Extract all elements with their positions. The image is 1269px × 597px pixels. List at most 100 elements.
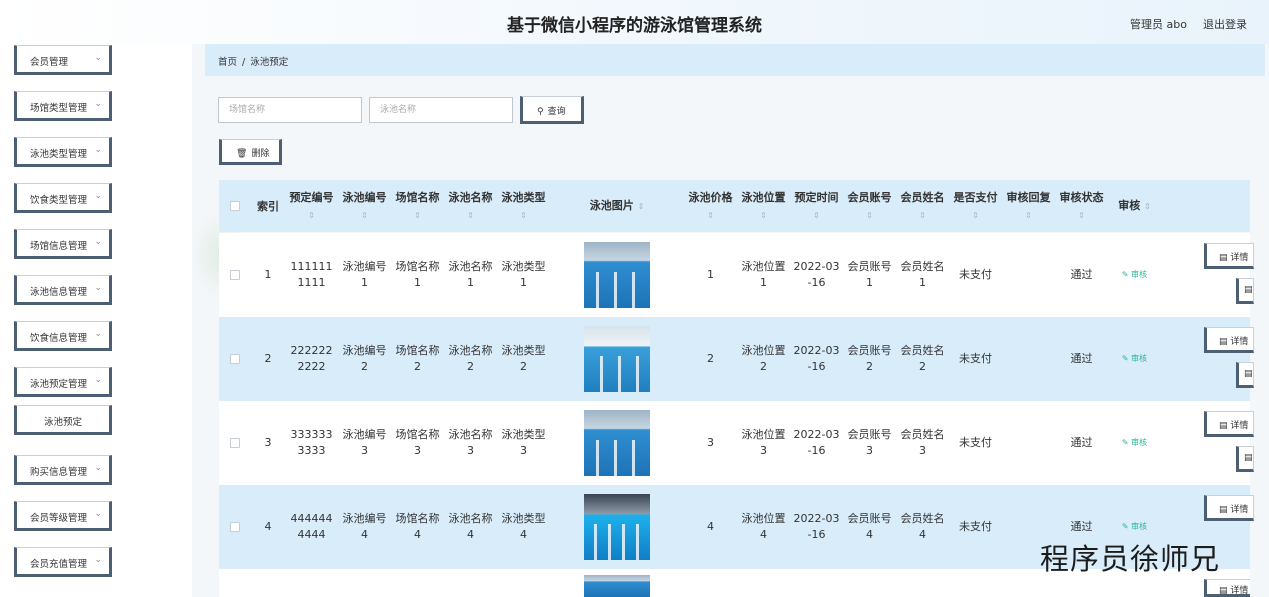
chevron-down-icon: ⌄ bbox=[94, 99, 102, 109]
edit-icon: ✎ bbox=[1121, 354, 1129, 363]
audit-link[interactable]: ✎ 审核 bbox=[1122, 351, 1147, 367]
cell-audit: ✎ 审核 bbox=[1108, 401, 1161, 485]
sidebar-item-pool-type[interactable]: 泳池类型管理 ⌄ bbox=[14, 137, 112, 167]
cell-pool-type: 泳池类型2 bbox=[501, 344, 546, 373]
col-audit-reply[interactable]: 审核回复 ⇕ bbox=[1002, 180, 1055, 232]
cell-time: 2022-03-16 bbox=[793, 344, 840, 373]
breadcrumb-current: 泳池预定 bbox=[250, 57, 289, 68]
sidebar-item-food-type[interactable]: 饮食类型管理 ⌄ bbox=[14, 183, 112, 213]
col-label: 审核 bbox=[1118, 199, 1141, 212]
sidebar-item-label: 会员等级管理 bbox=[30, 513, 88, 524]
cell-pool-image bbox=[550, 317, 684, 401]
detail-button[interactable]: ▤ 详情 bbox=[1204, 243, 1254, 269]
search-icon: ⚲ bbox=[537, 107, 544, 117]
sidebar-item-venue-info[interactable]: 场馆信息管理 ⌄ bbox=[14, 229, 112, 259]
logout-link[interactable]: 退出登录 bbox=[1203, 16, 1247, 32]
sidebar-item-purchase-info[interactable]: 购买信息管理 ⌄ bbox=[14, 455, 112, 485]
audit-link[interactable]: ✎ 审核 bbox=[1122, 267, 1147, 283]
detail-button[interactable]: ▤ 详情 bbox=[1204, 411, 1254, 437]
cell-price: 4 bbox=[707, 520, 714, 533]
cell-pool-name: 泳池名称1 bbox=[448, 260, 493, 289]
search-button[interactable]: ⚲ 查询 bbox=[520, 96, 584, 124]
col-booking-time[interactable]: 预定时间 ⇕ bbox=[790, 180, 843, 232]
col-audit-status[interactable]: 审核状态 ⇕ bbox=[1055, 180, 1108, 232]
row-checkbox[interactable] bbox=[230, 354, 240, 364]
venue-name-input[interactable] bbox=[218, 97, 362, 123]
row-select-cell bbox=[219, 485, 251, 569]
sidebar-item-label: 泳池预定 bbox=[43, 417, 82, 428]
cell-booking-no: 2222222222 bbox=[290, 344, 333, 373]
user-label: 管理员 abo bbox=[1130, 18, 1187, 31]
detail-button[interactable]: ▤ 详情 bbox=[1204, 579, 1250, 597]
pool-name-input[interactable] bbox=[369, 97, 513, 123]
cell-pool-image bbox=[550, 401, 684, 485]
row-select-cell bbox=[219, 233, 251, 317]
col-venue-name[interactable]: 场馆名称 ⇕ bbox=[391, 180, 444, 232]
cell-index: 2 bbox=[264, 352, 272, 365]
row-checkbox[interactable] bbox=[230, 270, 240, 280]
sidebar-item-pool-info[interactable]: 泳池信息管理 ⌄ bbox=[14, 275, 112, 305]
sort-icon: ⇕ bbox=[707, 210, 714, 220]
col-label: 预定时间 bbox=[794, 190, 839, 204]
chevron-down-icon: ⌄ bbox=[94, 283, 102, 293]
cell-price: 3 bbox=[707, 436, 714, 449]
sidebar-item-member-level[interactable]: 会员等级管理 ⌄ bbox=[14, 501, 112, 531]
pool-image[interactable] bbox=[584, 242, 650, 308]
cell-pool-name: 泳池名称3 bbox=[448, 428, 493, 457]
col-pool-no[interactable]: 泳池编号 ⇕ bbox=[338, 180, 391, 232]
col-label: 审核回复 bbox=[1006, 190, 1051, 204]
sidebar-item-venue-type[interactable]: 场馆类型管理 ⌄ bbox=[14, 91, 112, 121]
breadcrumb-home[interactable]: 首页 bbox=[218, 57, 237, 68]
col-member-account[interactable]: 会员账号 ⇕ bbox=[843, 180, 896, 232]
col-pool-location[interactable]: 泳池位置 ⇕ bbox=[737, 180, 790, 232]
sidebar-item-member-recharge[interactable]: 会员充值管理 ⌄ bbox=[14, 547, 112, 577]
row-checkbox[interactable] bbox=[230, 522, 240, 532]
sort-icon: ⇕ bbox=[919, 210, 926, 220]
col-pool-name[interactable]: 泳池名称 ⇕ bbox=[444, 180, 497, 232]
sidebar-item-food-info[interactable]: 饮食信息管理 ⌄ bbox=[14, 321, 112, 351]
more-action-button[interactable]: ▤ bbox=[1236, 278, 1254, 304]
sidebar-item-member[interactable]: 会员管理 ⌄ bbox=[14, 45, 112, 75]
col-audit[interactable]: 审核 ⇕ bbox=[1108, 180, 1161, 232]
delete-button[interactable]: 🗑 删除 bbox=[219, 139, 282, 165]
cell-audit: ✎ 审核 bbox=[1108, 233, 1161, 317]
col-member-name[interactable]: 会员姓名 ⇕ bbox=[896, 180, 949, 232]
cell-price: 2 bbox=[707, 352, 714, 365]
cell-venue: 场馆名称2 bbox=[395, 344, 440, 373]
sort-icon: ⇕ bbox=[760, 210, 767, 220]
cell-pool-no: 泳池编号1 bbox=[342, 260, 387, 289]
detail-label: 详情 bbox=[1230, 586, 1249, 596]
audit-link[interactable]: ✎ 审核 bbox=[1122, 435, 1147, 451]
chevron-down-icon: ⌄ bbox=[94, 145, 102, 155]
sidebar-item-label: 会员充值管理 bbox=[30, 559, 88, 570]
col-booking-no[interactable]: 预定编号 ⇕ bbox=[285, 180, 338, 232]
sidebar-subitem-pool-booking[interactable]: 泳池预定 bbox=[14, 405, 112, 435]
pool-image[interactable] bbox=[584, 410, 650, 476]
row-checkbox[interactable] bbox=[230, 438, 240, 448]
cell-venue: 场馆名称4 bbox=[395, 512, 440, 541]
more-action-button[interactable]: ▤ bbox=[1236, 362, 1254, 388]
pool-image[interactable] bbox=[584, 326, 650, 392]
col-pool-type[interactable]: 泳池类型 ⇕ bbox=[497, 180, 550, 232]
sidebar-item-label: 泳池预定管理 bbox=[30, 379, 88, 390]
chevron-down-icon: ⌄ bbox=[94, 237, 102, 247]
search-button-label: 查询 bbox=[547, 107, 566, 117]
audit-label: 审核 bbox=[1131, 438, 1148, 447]
cell-account: 会员账号1 bbox=[847, 260, 892, 289]
audit-link[interactable]: ✎ 审核 bbox=[1122, 519, 1147, 535]
detail-button[interactable]: ▤ 详情 bbox=[1204, 495, 1254, 521]
select-all-checkbox[interactable] bbox=[230, 201, 240, 211]
col-pool-image[interactable]: 泳池图片 ⇕ bbox=[550, 180, 684, 232]
col-paid[interactable]: 是否支付 ⇕ bbox=[949, 180, 1002, 232]
table-row: 3 3333333333 泳池编号3 场馆名称3 泳池名称3 泳池类型3 3 泳… bbox=[219, 401, 1254, 485]
cell-pool-image bbox=[550, 233, 684, 317]
col-label: 会员姓名 bbox=[900, 190, 945, 204]
detail-label: 详情 bbox=[1230, 337, 1249, 347]
col-pool-price[interactable]: 泳池价格 ⇕ bbox=[684, 180, 737, 232]
cell-pool-name: 泳池名称4 bbox=[448, 512, 493, 541]
sidebar-item-pool-booking-mgmt[interactable]: 泳池预定管理 ⌄ bbox=[14, 367, 112, 397]
detail-button[interactable]: ▤ 详情 bbox=[1204, 327, 1254, 353]
pool-image[interactable] bbox=[584, 575, 650, 597]
pool-image[interactable] bbox=[584, 494, 650, 560]
more-action-button[interactable]: ▤ bbox=[1236, 446, 1254, 472]
